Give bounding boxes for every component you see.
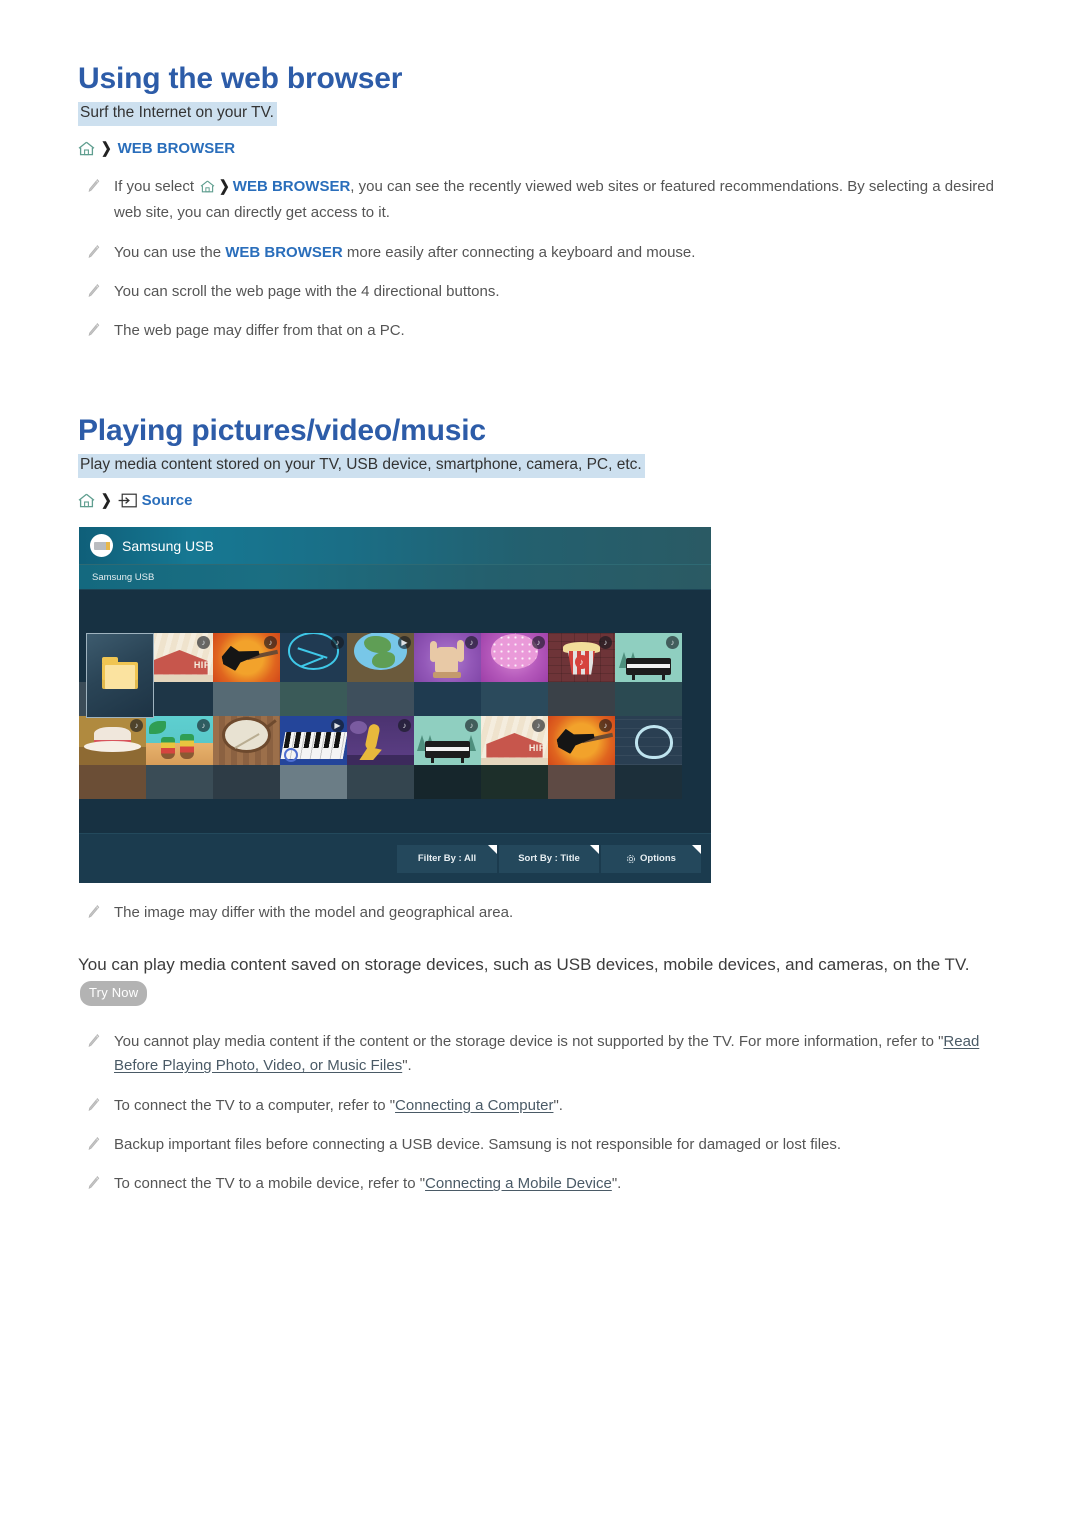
tile-folder-selected[interactable] <box>86 633 154 719</box>
page-title-playing-media: Playing pictures/video/music <box>78 414 486 448</box>
cross-reference-link[interactable]: Connecting a Mobile Device <box>425 1175 612 1192</box>
body-paragraph: You can play media content saved on stor… <box>78 950 1002 1008</box>
tile-conga-drums[interactable]: ♪ <box>146 716 213 766</box>
menu-path-source: ❯ Source <box>78 492 1002 509</box>
tv-breadcrumb: Samsung USB <box>79 565 711 591</box>
list-item: The image may differ with the model and … <box>86 901 1002 925</box>
tv-grid-shadow-row-2 <box>79 765 711 800</box>
gear-icon <box>626 854 636 864</box>
pencil-bullet-icon <box>86 319 100 343</box>
tv-device-title: Samsung USB <box>122 537 214 554</box>
tile-grand-piano-forest[interactable]: ♪ <box>414 716 481 766</box>
tv-spacer <box>79 590 711 634</box>
home-icon <box>78 141 95 156</box>
home-icon <box>200 180 215 197</box>
section-subtitle-playing-media: Play media content stored on your TV, US… <box>78 454 645 479</box>
usb-drive-icon <box>90 534 113 558</box>
tile-piano-keys-blue[interactable]: ▶ <box>280 716 347 766</box>
tile-rock-hand[interactable]: ♪ <box>414 633 481 683</box>
pencil-bullet-icon <box>86 901 100 925</box>
home-icon <box>78 493 95 508</box>
list-item: You cannot play media content if the con… <box>86 1030 1002 1079</box>
options-button[interactable]: Options <box>601 844 701 873</box>
folder-icon <box>102 657 138 690</box>
list-item-text: You can use the WEB BROWSER more easily … <box>114 243 696 261</box>
image-note-list: The image may differ with the model and … <box>86 901 1002 925</box>
source-input-icon <box>118 493 137 508</box>
list-item: The web page may differ from that on a P… <box>86 319 1002 343</box>
document-page: Using the web browser Surf the Internet … <box>0 0 1080 1197</box>
tile-guitar-outline[interactable] <box>615 716 682 766</box>
tv-grid-row-1: HIP ♪ ♪ ♪ ▶ ♪ ♪ ♪ ♪ ♪ <box>79 633 711 683</box>
list-item: You can use the WEB BROWSER more easily … <box>86 241 1002 265</box>
pencil-bullet-icon <box>86 1094 100 1118</box>
tv-grid-shadow-row-1 <box>79 682 711 717</box>
tv-breadcrumb-label: Samsung USB <box>92 571 155 583</box>
list-item-text: Backup important files before connecting… <box>114 1135 842 1153</box>
tile-hip-hop-house[interactable]: HIP ♪ <box>146 633 213 683</box>
tile-cowboy-hat[interactable]: ♪ <box>79 716 146 766</box>
list-item: If you select ❯ WEB BROWSER, you can see … <box>86 175 1002 226</box>
corner-indicator-icon <box>692 844 701 854</box>
page-title-web-browser: Using the web browser <box>78 62 403 95</box>
list-item: You can scroll the web page with the 4 d… <box>86 280 1002 304</box>
menu-path-web-browser: ❯ WEB BROWSER <box>78 140 1002 157</box>
tile-blue-line-art[interactable]: ♪ <box>280 633 347 683</box>
web-browser-emphasis: WEB BROWSER <box>232 177 351 195</box>
sort-by-button[interactable]: Sort By : Title <box>499 844 599 873</box>
tv-media-browser-screenshot: Samsung USB Samsung USB HIP ♪ ♪ ♪ ▶ ♪ ♪ … <box>79 527 711 884</box>
chevron-right-icon: ❯ <box>100 492 112 510</box>
filter-by-label: Filter By : All <box>417 853 477 865</box>
cross-reference-link[interactable]: Connecting a Computer <box>395 1097 553 1114</box>
menu-path-label[interactable]: WEB BROWSER <box>118 140 236 157</box>
list-item-text: You cannot play media content if the con… <box>114 1033 980 1075</box>
tile-popcorn-music[interactable]: ♪ ♪ <box>548 633 615 683</box>
tv-thumbnail-grid: HIP ♪ ♪ ♪ ▶ ♪ ♪ ♪ ♪ ♪ ♪ ♪ ▶ ♪ ♪ HIP ♪ ♪ <box>79 633 711 800</box>
pencil-bullet-icon <box>86 175 100 199</box>
list-item-text: The web page may differ from that on a P… <box>114 322 405 340</box>
tile-saxophone-night[interactable]: ♪ <box>347 716 414 766</box>
corner-indicator-icon <box>488 844 497 854</box>
options-label: Options <box>640 853 676 865</box>
list-item: Backup important files before connecting… <box>86 1133 1002 1157</box>
list-item-text: The image may differ with the model and … <box>114 904 514 922</box>
tile-hip-hop-house-2[interactable]: HIP ♪ <box>481 716 548 766</box>
tv-bottom-toolbar: Filter By : All Sort By : Title Options <box>79 833 711 884</box>
filter-by-button[interactable]: Filter By : All <box>397 844 497 873</box>
tile-electric-guitar-flames-2[interactable]: ♪ <box>548 716 615 766</box>
sort-by-label: Sort By : Title <box>518 853 580 865</box>
pencil-bullet-icon <box>86 1030 100 1054</box>
tile-banjo-wood[interactable] <box>213 716 280 766</box>
bullet-list-web-browser: If you select ❯ WEB BROWSER, you can see … <box>86 175 1002 343</box>
tile-grand-piano-trees[interactable]: ♪ <box>615 633 682 683</box>
bullet-list-playing-media: You cannot play media content if the con… <box>86 1030 1002 1196</box>
list-item: To connect the TV to a computer, refer t… <box>86 1094 1002 1118</box>
menu-path-label[interactable]: Source <box>142 492 193 509</box>
tile-disco-ball[interactable]: ♪ <box>481 633 548 683</box>
list-item-text: If you select ❯ WEB BROWSER, you can see … <box>114 175 1002 226</box>
list-item: To connect the TV to a mobile device, re… <box>86 1172 1002 1196</box>
section-subtitle-web-browser: Surf the Internet on your TV. <box>78 102 277 126</box>
pencil-bullet-icon <box>86 241 100 265</box>
pencil-bullet-icon <box>86 1172 100 1196</box>
tile-electric-guitar-flames[interactable]: ♪ <box>213 633 280 683</box>
list-item-text: To connect the TV to a mobile device, re… <box>114 1175 622 1193</box>
pencil-bullet-icon <box>86 280 100 304</box>
web-browser-emphasis: WEB BROWSER <box>225 243 343 261</box>
try-now-badge[interactable]: Try Now <box>80 980 148 1007</box>
tv-grid-row-2: ♪ ♪ ▶ ♪ ♪ HIP ♪ ♪ <box>79 716 711 766</box>
pencil-bullet-icon <box>86 1133 100 1157</box>
chevron-right-icon: ❯ <box>100 139 112 157</box>
list-item-text: You can scroll the web page with the 4 d… <box>114 282 500 300</box>
chevron-right-icon: ❯ <box>219 177 230 195</box>
corner-indicator-icon <box>590 844 599 854</box>
tile-earth-globe[interactable]: ▶ <box>347 633 414 683</box>
tv-header: Samsung USB <box>79 527 711 566</box>
list-item-text: To connect the TV to a computer, refer t… <box>114 1096 563 1114</box>
